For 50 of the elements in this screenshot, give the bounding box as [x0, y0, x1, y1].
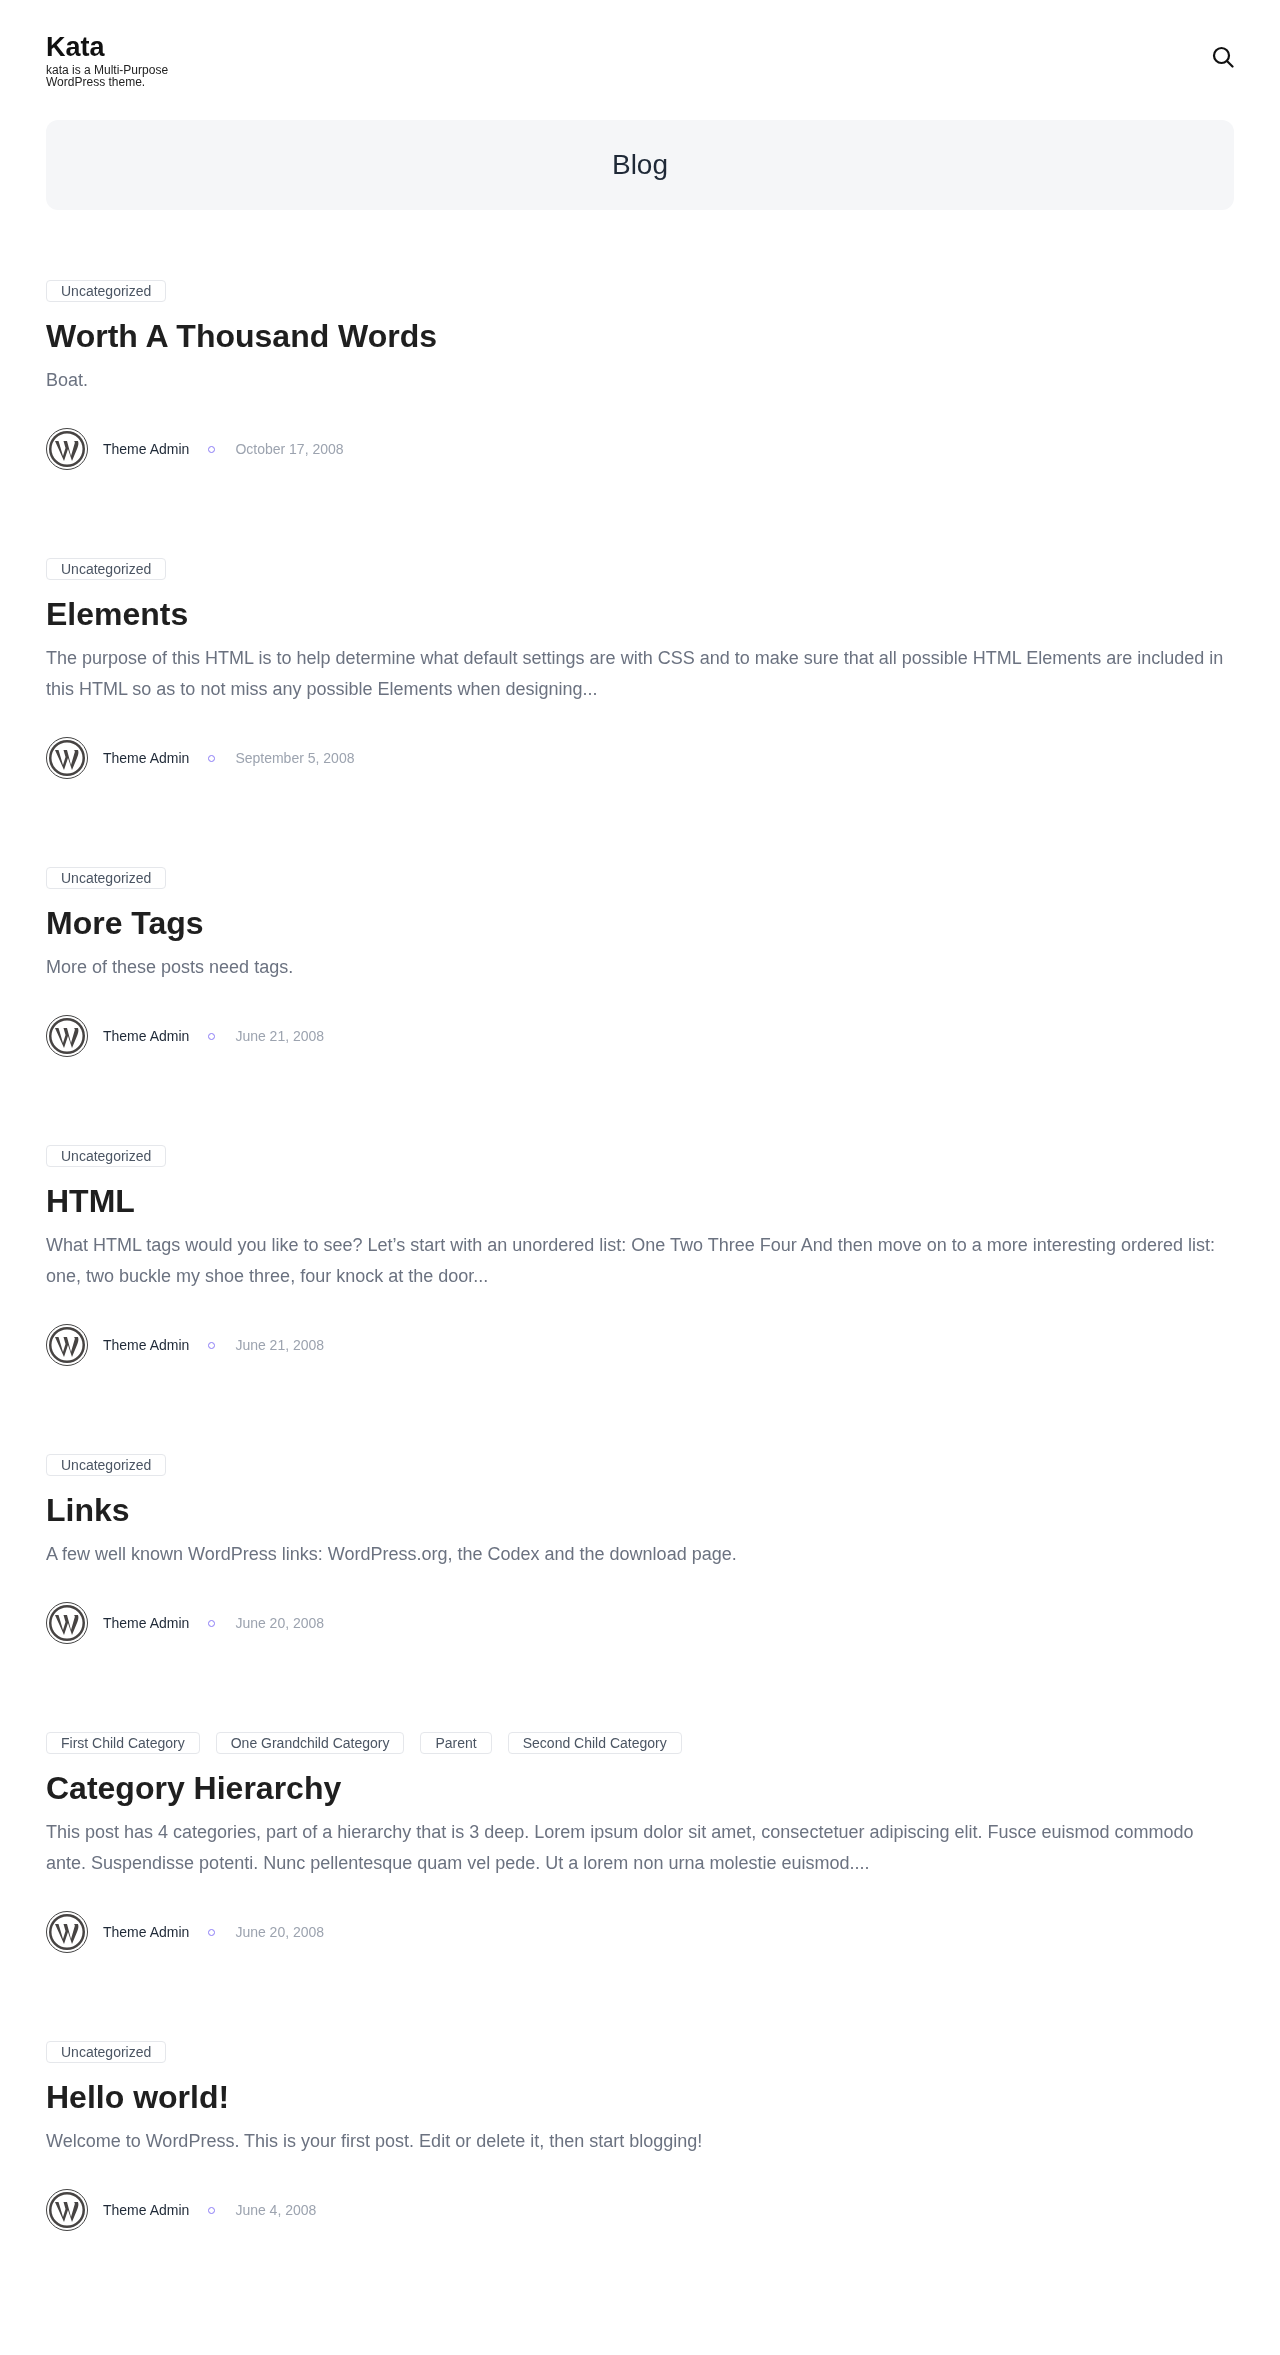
post-title[interactable]: Worth A Thousand Words: [46, 316, 1234, 356]
post-excerpt: This post has 4 categories, part of a hierarchy that is 3 deep. Lorem ipsum dolor sit amet, consectetuer adipiscing elit. Fusce euismod commodo ante. Suspendisse potenti. Nunc pellentesque quam vel pede. Ut a lorem non urna molestie euismod....: [46, 1821, 1195, 1875]
category-tag[interactable]: Uncategorized: [46, 280, 167, 302]
avatar-icon: [46, 1324, 88, 1366]
post-date: September 5, 2008: [235, 750, 355, 766]
site-title[interactable]: Kata: [46, 32, 196, 62]
category-tag[interactable]: Uncategorized: [46, 558, 167, 580]
post-date: June 20, 2008: [235, 1924, 325, 1940]
search-button[interactable]: [1212, 46, 1234, 68]
post-title[interactable]: Links: [46, 1490, 1234, 1530]
category-tag[interactable]: Uncategorized: [46, 867, 167, 889]
post-excerpt: More of these posts need tags.: [46, 956, 295, 979]
avatar-icon: [46, 2189, 88, 2231]
avatar-icon: [46, 428, 88, 470]
post-title[interactable]: More Tags: [46, 903, 1234, 943]
category-tag[interactable]: First Child Category: [46, 1732, 200, 1754]
post-author[interactable]: Theme Admin: [103, 750, 190, 766]
category-tag[interactable]: Second Child Category: [507, 1732, 682, 1754]
post-author[interactable]: Theme Admin: [103, 1615, 190, 1631]
page-title: Blog: [611, 149, 668, 181]
post-title[interactable]: Elements: [46, 594, 1234, 634]
post-title[interactable]: Category Hierarchy: [46, 1768, 1234, 1808]
post-author[interactable]: Theme Admin: [103, 1028, 190, 1044]
category-tag[interactable]: Uncategorized: [46, 1454, 167, 1476]
avatar-icon: [46, 1911, 88, 1953]
avatar-icon: [46, 1015, 88, 1057]
post-date: June 21, 2008: [235, 1028, 325, 1044]
avatar-icon: [46, 1602, 88, 1644]
post-excerpt: What HTML tags would you like to see? Let’s start with an unordered list: One Two Three Four And then move on to a more interesting ordered list: one, two buckle my shoe three, four knock at the door...: [46, 1234, 1216, 1288]
search-icon: [1212, 46, 1234, 68]
post-author[interactable]: Theme Admin: [103, 441, 190, 457]
post-excerpt: A few well known WordPress links: WordPress.org, the Codex and the download page.: [46, 1543, 738, 1566]
post-excerpt: Welcome to WordPress. This is your first post. Edit or delete it, then start blogging!: [46, 2130, 704, 2153]
post-author[interactable]: Theme Admin: [103, 2202, 190, 2218]
post-excerpt: Boat.: [46, 369, 90, 392]
category-tag[interactable]: One Grandchild Category: [215, 1732, 405, 1754]
category-tag[interactable]: Parent: [420, 1732, 492, 1754]
post-title[interactable]: Hello world!: [46, 2077, 1234, 2117]
post-author[interactable]: Theme Admin: [103, 1337, 190, 1353]
category-tag[interactable]: Uncategorized: [46, 2041, 167, 2063]
post-date: October 17, 2008: [235, 441, 344, 457]
post-date: June 4, 2008: [235, 2202, 317, 2218]
avatar-icon: [46, 737, 88, 779]
post-date: June 21, 2008: [235, 1337, 325, 1353]
post-author[interactable]: Theme Admin: [103, 1924, 190, 1940]
site-tagline: kata is a Multi-Purpose WordPress theme.: [46, 64, 170, 88]
post-excerpt: The purpose of this HTML is to help determine what default settings are with CSS and to make sure that all possible HTML Elements are included in this HTML so as to not miss any possible Elements when designing...: [46, 647, 1225, 701]
post-title[interactable]: HTML: [46, 1181, 1234, 1221]
post-date: June 20, 2008: [235, 1615, 325, 1631]
category-tag[interactable]: Uncategorized: [46, 1145, 167, 1167]
